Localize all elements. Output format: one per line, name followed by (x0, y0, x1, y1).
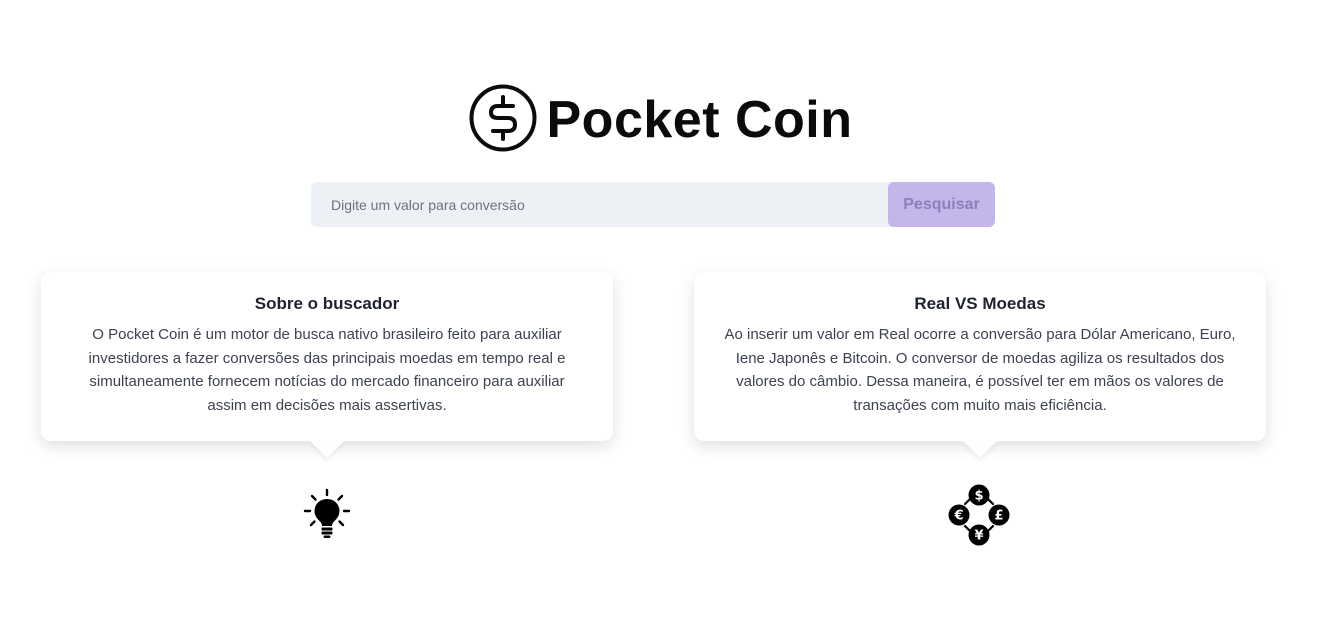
lightbulb-icon (303, 488, 351, 538)
svg-text:$: $ (974, 489, 983, 504)
card-real-vs-currencies: Real VS Moedas Ao inserir um valor em Re… (694, 272, 1266, 441)
app-title: Pocket Coin (546, 91, 853, 149)
card-about: Sobre o buscador O Pocket Coin é um moto… (41, 272, 613, 441)
card-about-text: O Pocket Coin é um motor de busca nativo… (88, 326, 566, 414)
svg-text:£: £ (994, 509, 1003, 524)
header: Pocket Coin (0, 80, 1321, 156)
svg-text:¥: ¥ (974, 529, 983, 544)
page: Pocket Coin Pesquisar Sobre o buscador O… (0, 0, 1321, 641)
search-button[interactable]: Pesquisar (888, 182, 995, 227)
card-about-title: Sobre o buscador (254, 294, 400, 313)
dollar-coin-icon (469, 84, 536, 152)
svg-text:€: € (953, 509, 963, 524)
search-bar: Pesquisar (311, 182, 995, 227)
currency-exchange-icon: $ € £ ¥ (948, 484, 1010, 546)
card-real-vs-currencies-title: Real VS Moedas (914, 294, 1046, 313)
card-real-vs-currencies-text: Ao inserir um valor em Real ocorre a con… (724, 326, 1236, 414)
search-input[interactable] (311, 182, 888, 227)
